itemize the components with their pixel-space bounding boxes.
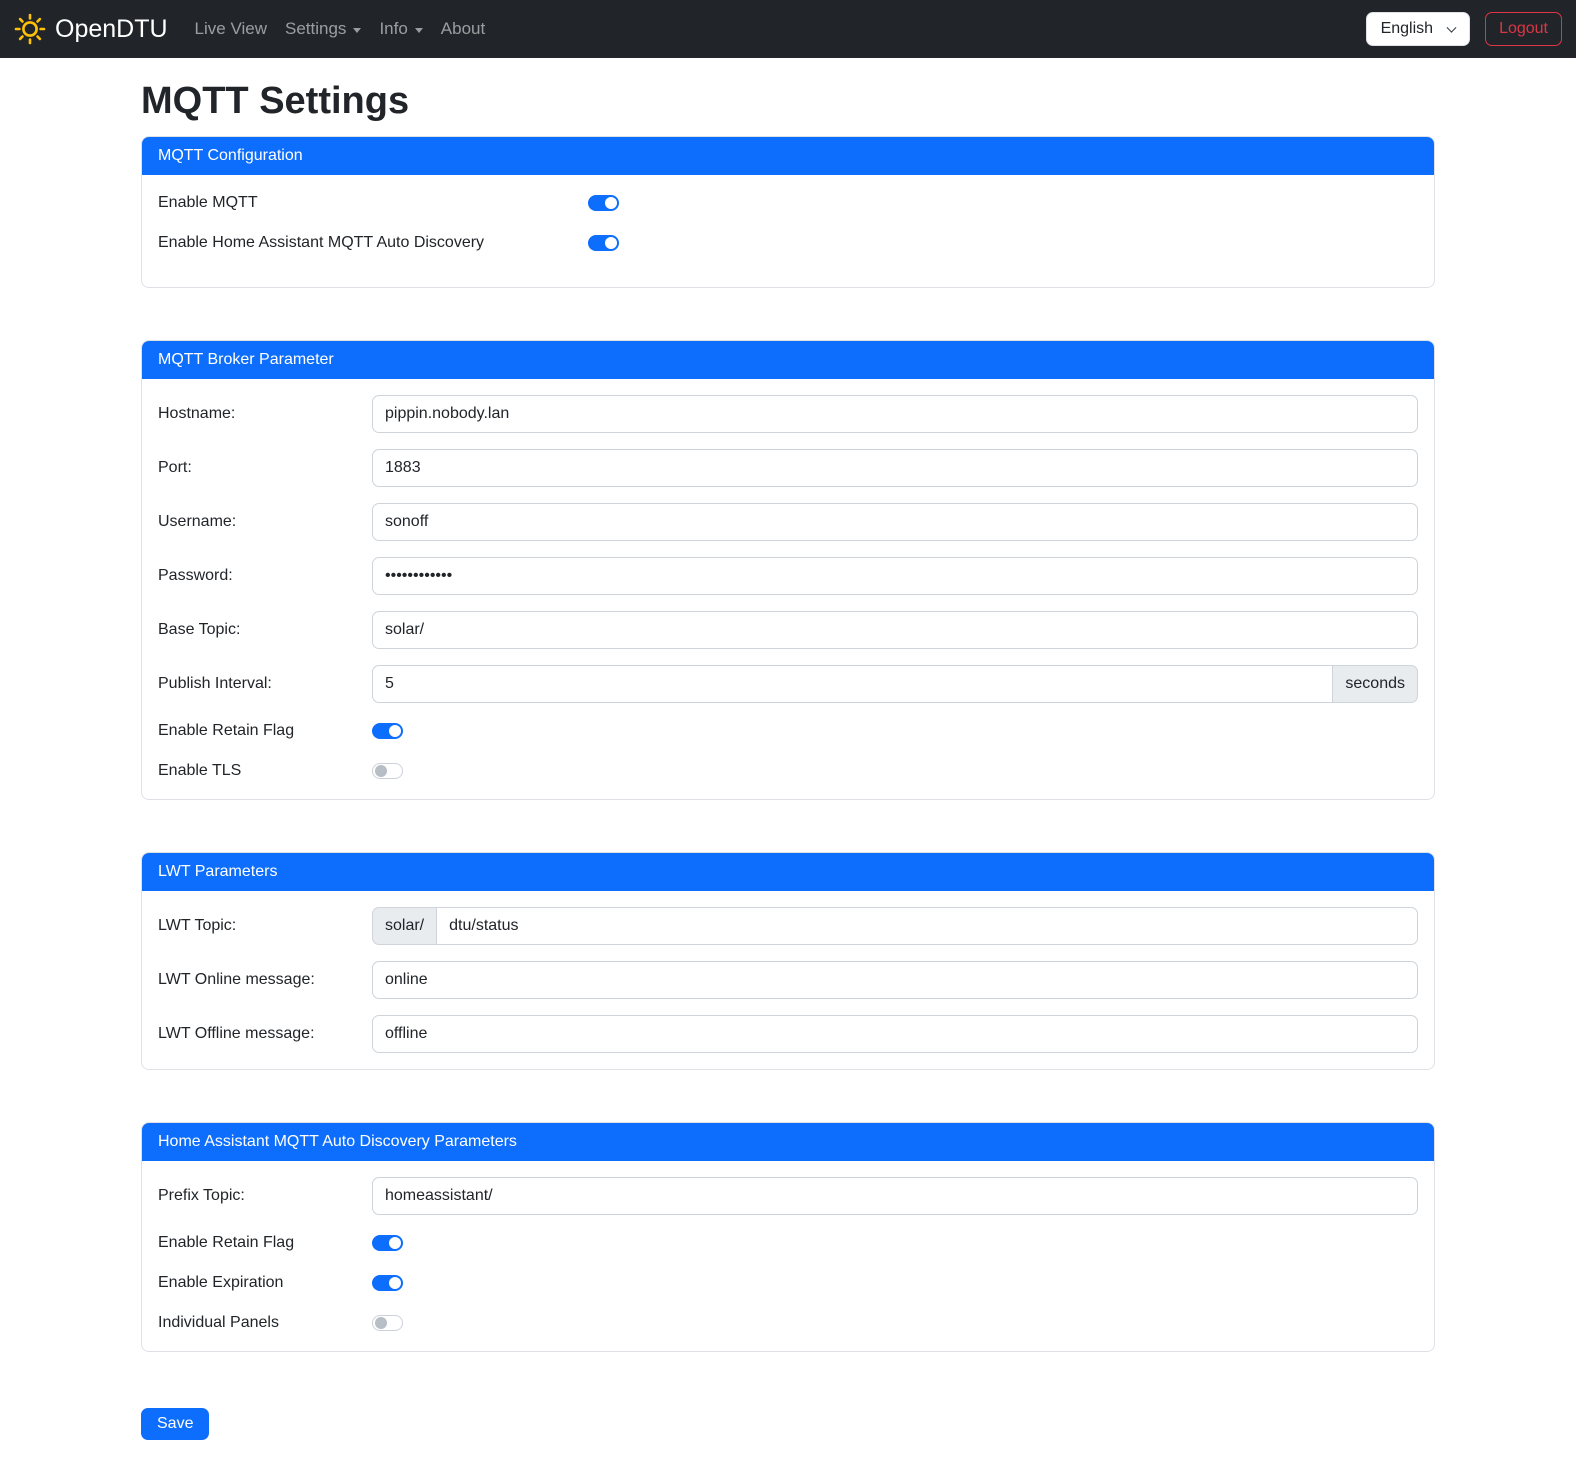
row-enable-expiration: Enable Expiration bbox=[158, 1271, 1418, 1295]
nav-item-settings[interactable]: Settings bbox=[276, 11, 370, 47]
nav-item-about[interactable]: About bbox=[432, 11, 494, 47]
row-username: Username: bbox=[158, 503, 1418, 541]
nav-item-label: Info bbox=[379, 19, 407, 39]
row-hostname: Hostname: bbox=[158, 395, 1418, 433]
enable-tls-label: Enable TLS bbox=[158, 762, 372, 780]
password-label: Password: bbox=[158, 567, 372, 585]
lwt-topic-input[interactable] bbox=[436, 907, 1418, 945]
card-mqtt-broker-parameter: MQTT Broker Parameter Hostname: Port: Us… bbox=[141, 340, 1435, 800]
page-title: MQTT Settings bbox=[141, 80, 1435, 123]
publish-interval-label: Publish Interval: bbox=[158, 675, 372, 693]
card-body: LWT Topic: solar/ LWT Online message: LW… bbox=[142, 891, 1434, 1069]
enable-mqtt-label: Enable MQTT bbox=[158, 194, 588, 212]
card-lwt-parameters: LWT Parameters LWT Topic: solar/ LWT Onl… bbox=[141, 852, 1435, 1070]
row-hass-enable-retain-flag: Enable Retain Flag bbox=[158, 1231, 1418, 1255]
hostname-input[interactable] bbox=[372, 395, 1418, 433]
prefix-topic-input[interactable] bbox=[372, 1177, 1418, 1215]
row-base-topic: Base Topic: bbox=[158, 611, 1418, 649]
language-select[interactable]: English bbox=[1366, 12, 1470, 46]
brand-label: OpenDTU bbox=[55, 15, 168, 44]
publish-interval-unit: seconds bbox=[1333, 665, 1418, 703]
card-hass-discovery-parameters: Home Assistant MQTT Auto Discovery Param… bbox=[141, 1122, 1435, 1352]
logout-button[interactable]: Logout bbox=[1485, 12, 1562, 46]
row-enable-retain-flag: Enable Retain Flag bbox=[158, 719, 1418, 743]
chevron-down-icon bbox=[1447, 23, 1457, 33]
username-input[interactable] bbox=[372, 503, 1418, 541]
chevron-down-icon bbox=[415, 28, 423, 33]
enable-hass-discovery-toggle[interactable] bbox=[588, 235, 619, 251]
hostname-label: Hostname: bbox=[158, 405, 372, 423]
card-mqtt-configuration: MQTT Configuration Enable MQTT Enable Ho… bbox=[141, 136, 1435, 288]
lwt-online-message-input[interactable] bbox=[372, 961, 1418, 999]
row-individual-panels: Individual Panels bbox=[158, 1311, 1418, 1335]
publish-interval-input[interactable] bbox=[372, 665, 1333, 703]
card-body: Prefix Topic: Enable Retain Flag Enable … bbox=[142, 1161, 1434, 1351]
row-prefix-topic: Prefix Topic: bbox=[158, 1177, 1418, 1215]
nav-item-label: About bbox=[441, 19, 485, 39]
sun-icon bbox=[14, 13, 46, 45]
base-topic-input[interactable] bbox=[372, 611, 1418, 649]
nav-links: Live View Settings Info About bbox=[186, 11, 495, 47]
card-body: Hostname: Port: Username: Password: bbox=[142, 379, 1434, 799]
lwt-offline-message-input[interactable] bbox=[372, 1015, 1418, 1053]
enable-expiration-label: Enable Expiration bbox=[158, 1274, 372, 1292]
nav-item-label: Settings bbox=[285, 19, 346, 39]
enable-hass-discovery-label: Enable Home Assistant MQTT Auto Discover… bbox=[158, 234, 588, 252]
row-port: Port: bbox=[158, 449, 1418, 487]
username-label: Username: bbox=[158, 513, 372, 531]
card-header: MQTT Broker Parameter bbox=[142, 341, 1434, 379]
enable-retain-flag-toggle[interactable] bbox=[372, 723, 403, 739]
individual-panels-toggle[interactable] bbox=[372, 1315, 403, 1331]
card-header: MQTT Configuration bbox=[142, 137, 1434, 175]
enable-tls-toggle[interactable] bbox=[372, 763, 403, 779]
enable-expiration-toggle[interactable] bbox=[372, 1275, 403, 1291]
port-input[interactable] bbox=[372, 449, 1418, 487]
nav-item-live-view[interactable]: Live View bbox=[186, 11, 276, 47]
navbar-right: English Logout bbox=[1366, 12, 1562, 46]
nav-item-info[interactable]: Info bbox=[370, 11, 431, 47]
base-topic-label: Base Topic: bbox=[158, 621, 372, 639]
brand-opendtu[interactable]: OpenDTU bbox=[14, 13, 168, 45]
row-enable-tls: Enable TLS bbox=[158, 759, 1418, 783]
row-publish-interval: Publish Interval: seconds bbox=[158, 665, 1418, 703]
row-password: Password: bbox=[158, 557, 1418, 595]
hass-enable-retain-flag-toggle[interactable] bbox=[372, 1235, 403, 1251]
enable-retain-flag-label: Enable Retain Flag bbox=[158, 722, 372, 740]
row-lwt-online-message: LWT Online message: bbox=[158, 961, 1418, 999]
card-header: LWT Parameters bbox=[142, 853, 1434, 891]
navbar: OpenDTU Live View Settings Info About En… bbox=[0, 0, 1576, 58]
language-select-value: English bbox=[1381, 20, 1433, 37]
chevron-down-icon bbox=[353, 28, 361, 33]
row-enable-mqtt: Enable MQTT bbox=[158, 191, 1418, 215]
lwt-online-message-label: LWT Online message: bbox=[158, 971, 372, 989]
lwt-offline-message-label: LWT Offline message: bbox=[158, 1025, 372, 1043]
save-button[interactable]: Save bbox=[141, 1408, 209, 1440]
lwt-topic-label: LWT Topic: bbox=[158, 917, 372, 935]
row-lwt-topic: LWT Topic: solar/ bbox=[158, 907, 1418, 945]
main-content: MQTT Settings MQTT Configuration Enable … bbox=[141, 58, 1435, 1462]
prefix-topic-label: Prefix Topic: bbox=[158, 1187, 372, 1205]
card-header: Home Assistant MQTT Auto Discovery Param… bbox=[142, 1123, 1434, 1161]
password-input[interactable] bbox=[372, 557, 1418, 595]
row-enable-hass-discovery: Enable Home Assistant MQTT Auto Discover… bbox=[158, 231, 1418, 255]
row-lwt-offline-message: LWT Offline message: bbox=[158, 1015, 1418, 1053]
lwt-topic-prefix: solar/ bbox=[372, 907, 436, 945]
nav-item-label: Live View bbox=[195, 19, 267, 39]
individual-panels-label: Individual Panels bbox=[158, 1314, 372, 1332]
hass-enable-retain-flag-label: Enable Retain Flag bbox=[158, 1234, 372, 1252]
port-label: Port: bbox=[158, 459, 372, 477]
enable-mqtt-toggle[interactable] bbox=[588, 195, 619, 211]
card-body: Enable MQTT Enable Home Assistant MQTT A… bbox=[142, 175, 1434, 287]
